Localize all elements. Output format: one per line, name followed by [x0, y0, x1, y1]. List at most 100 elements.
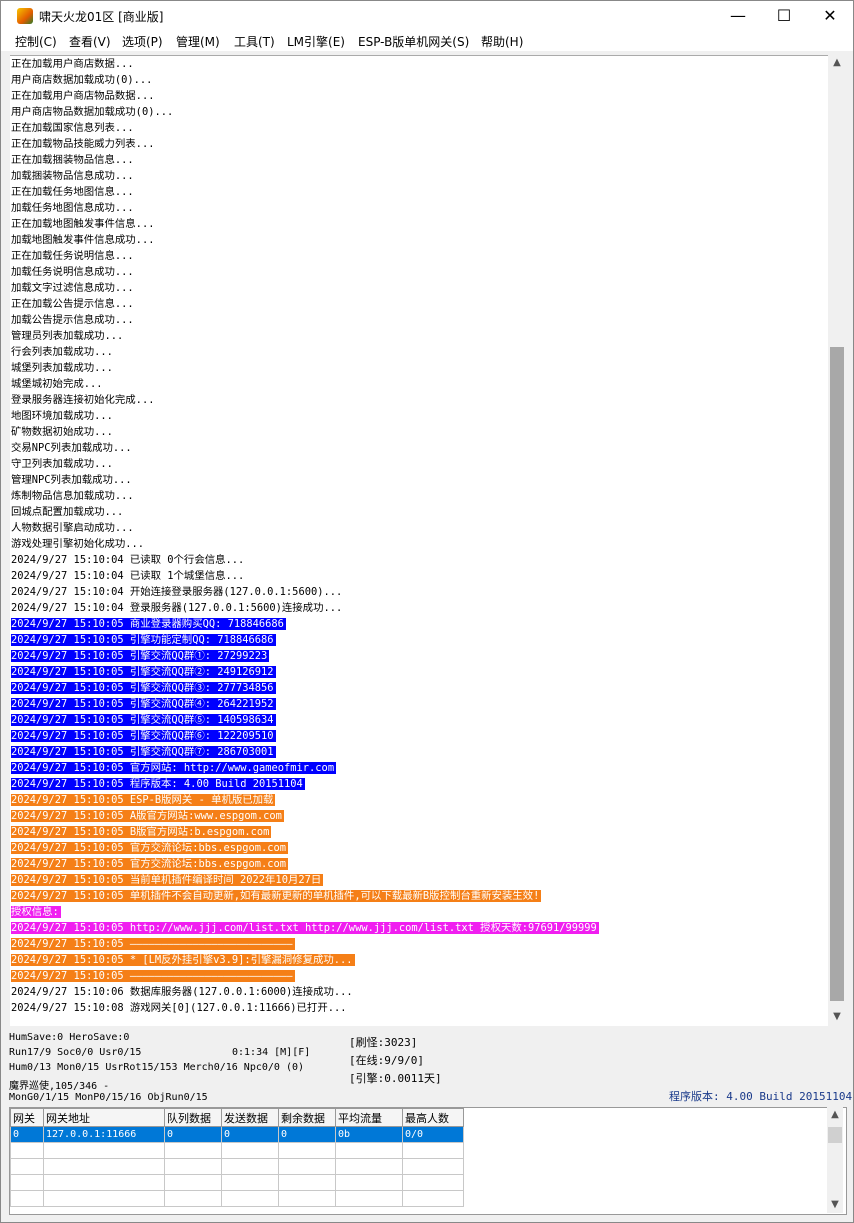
log-line-text: 用户商店物品数据加载成功(0)... [11, 106, 174, 118]
table-row-empty [10, 1142, 464, 1159]
log-line-text: 人物数据引擎启动成功... [11, 522, 134, 534]
save-stats: HumSave:0 HeroSave:0 [9, 1032, 130, 1043]
log-line: 2024/9/27 15:10:05 —————————————————————… [10, 936, 828, 952]
log-line-text: 正在加载国家信息列表... [11, 122, 134, 134]
menu-help[interactable]: 帮助(H) [481, 33, 523, 50]
menu-bar: 控制(C) 查看(V) 选项(P) 管理(M) 工具(T) LM引擎(E) ES… [1, 31, 853, 51]
log-line: 2024/9/27 15:10:04 登录服务器(127.0.0.1:5600)… [10, 600, 828, 616]
menu-control[interactable]: 控制(C) [15, 33, 57, 50]
log-line: 回城点配置加载成功... [10, 504, 828, 520]
log-line: 2024/9/27 15:10:05 * [LM反外挂引擎v3.9]:引擎漏洞修… [10, 952, 828, 968]
menu-manage[interactable]: 管理(M) [176, 33, 220, 50]
scroll-up-arrow-icon[interactable]: ▲ [829, 55, 845, 71]
log-line: 加载地图触发事件信息成功... [10, 232, 828, 248]
log-line-text: 加载捆装物品信息成功... [11, 170, 134, 182]
scroll-down-arrow-icon[interactable]: ▼ [829, 1009, 845, 1025]
log-line-text: 授权信息: [11, 906, 61, 918]
log-line: 2024/9/27 15:10:05 官方交流论坛:bbs.espgom.com [10, 840, 828, 856]
log-line-text: 游戏处理引擎初始化成功... [11, 538, 145, 550]
table-scroll-down-icon[interactable]: ▼ [827, 1197, 843, 1213]
log-line-text: 2024/9/27 15:10:05 引擎交流QQ群③: 277734856 [11, 682, 276, 694]
table-scroll-up-icon[interactable]: ▲ [827, 1107, 843, 1123]
log-line-text: 2024/9/27 15:10:06 数据库服务器(127.0.0.1:6000… [11, 986, 353, 998]
log-line: 加载公告提示信息成功... [10, 312, 828, 328]
col-gateway[interactable]: 网关 [10, 1108, 44, 1127]
col-remaining-data[interactable]: 剩余数据 [278, 1108, 336, 1127]
log-line: 正在加载用户商店物品数据... [10, 88, 828, 104]
run-stats: Run17/9 Soc0/0 Usr0/15 [9, 1047, 142, 1058]
log-line: 正在加载任务说明信息... [10, 248, 828, 264]
log-line-text: 2024/9/27 15:10:05 A版官方网站:www.espgom.com [11, 810, 284, 822]
log-line-text: 2024/9/27 15:10:04 已读取 1个城堡信息... [11, 570, 245, 582]
log-line-text: 管理NPC列表加载成功... [11, 474, 132, 486]
log-line-text: 正在加载任务地图信息... [11, 186, 134, 198]
log-line: 正在加载地图触发事件信息... [10, 216, 828, 232]
log-line-text: 加载任务说明信息成功... [11, 266, 134, 278]
log-line: 炼制物品信息加载成功... [10, 488, 828, 504]
log-line-text: 正在加载用户商店数据... [11, 58, 134, 70]
log-scrollbar-thumb[interactable] [830, 347, 844, 1001]
table-row[interactable]: 0 127.0.0.1:11666 0 0 0 0b 0/0 [10, 1126, 464, 1143]
minimize-button[interactable]: — [715, 1, 761, 31]
title-bar[interactable]: 啸天火龙01区 [商业版] — ☐ ✕ [1, 1, 853, 31]
log-line: 加载捆装物品信息成功... [10, 168, 828, 184]
table-scrollbar-thumb[interactable] [828, 1127, 842, 1143]
table-scrollbar[interactable]: ▲ ▼ [827, 1107, 843, 1213]
cell-remaining: 0 [278, 1126, 336, 1143]
log-line: 2024/9/27 15:10:05 官方网站: http://www.game… [10, 760, 828, 776]
col-send-data[interactable]: 发送数据 [221, 1108, 279, 1127]
col-gateway-address[interactable]: 网关地址 [43, 1108, 165, 1127]
menu-view[interactable]: 查看(V) [69, 33, 111, 50]
cell-avg: 0b [335, 1126, 403, 1143]
log-line-text: 2024/9/27 15:10:05 引擎交流QQ群⑥: 122209510 [11, 730, 276, 742]
maximize-button[interactable]: ☐ [761, 1, 807, 31]
log-line-text: 2024/9/27 15:10:05 * [LM反外挂引擎v3.9]:引擎漏洞修… [11, 954, 355, 966]
gateway-table: 网关 网关地址 队列数据 发送数据 剩余数据 平均流量 最高人数 0 127.0… [10, 1108, 464, 1207]
col-avg-traffic[interactable]: 平均流量 [335, 1108, 403, 1127]
log-line: 登录服务器连接初始化完成... [10, 392, 828, 408]
log-line: 2024/9/27 15:10:05 ESP-B版网关 - 单机版已加载 [10, 792, 828, 808]
log-line-text: 2024/9/27 15:10:05 引擎交流QQ群⑤: 140598634 [11, 714, 276, 726]
menu-tools[interactable]: 工具(T) [234, 33, 275, 50]
cell-queue: 0 [164, 1126, 222, 1143]
log-line: 2024/9/27 15:10:05 B版官方网站:b.espgom.com [10, 824, 828, 840]
log-line: 管理员列表加载成功... [10, 328, 828, 344]
log-line-text: 正在加载任务说明信息... [11, 250, 134, 262]
cell-address: 127.0.0.1:11666 [43, 1126, 165, 1143]
log-line-text: 炼制物品信息加载成功... [11, 490, 134, 502]
log-line: 加载任务说明信息成功... [10, 264, 828, 280]
log-line-text: 2024/9/27 15:10:05 官方交流论坛:bbs.espgom.com [11, 842, 289, 854]
log-line: 2024/9/27 15:10:05 引擎交流QQ群⑥: 122209510 [10, 728, 828, 744]
menu-options[interactable]: 选项(P) [122, 33, 163, 50]
app-icon [17, 8, 33, 24]
log-line: 正在加载国家信息列表... [10, 120, 828, 136]
hum-stats: Hum0/13 Mon0/15 UsrRot15/153 Merch0/16 N… [9, 1062, 305, 1073]
runtime-text: 0:1:34 [M][F] [232, 1047, 311, 1058]
col-queue-data[interactable]: 队列数据 [164, 1108, 222, 1127]
server-log-panel[interactable]: 正在加载用户商店数据... 用户商店数据加载成功(0)... 正在加载用户商店物品数… [10, 55, 828, 1026]
menu-esp-gateway[interactable]: ESP-B版单机网关(S) [358, 33, 469, 50]
online-count: [在线:9/9/0] [349, 1054, 424, 1067]
log-scrollbar[interactable]: ▲ ▼ [829, 55, 845, 1025]
log-line-text: 行会列表加载成功... [11, 346, 113, 358]
log-line-text: 地图环境加载成功... [11, 410, 113, 422]
log-line-text: 2024/9/27 15:10:05 当前单机插件编译时间 2022年10月27… [11, 874, 324, 886]
log-line: 用户商店数据加载成功(0)... [10, 72, 828, 88]
log-line-text: 2024/9/27 15:10:05 引擎功能定制QQ: 718846686 [11, 634, 276, 646]
log-line: 守卫列表加载成功... [10, 456, 828, 472]
log-line: 城堡列表加载成功... [10, 360, 828, 376]
log-line: 2024/9/27 15:10:05 引擎交流QQ群⑤: 140598634 [10, 712, 828, 728]
log-line: 管理NPC列表加载成功... [10, 472, 828, 488]
engine-days: [引擎:0.0011天] [349, 1072, 442, 1085]
log-line: 2024/9/27 15:10:04 开始连接登录服务器(127.0.0.1:5… [10, 584, 828, 600]
menu-lm-engine[interactable]: LM引擎(E) [287, 33, 345, 50]
log-line: 2024/9/27 15:10:05 商业登录器购买QQ: 718846686 [10, 616, 828, 632]
log-line: 正在加载用户商店数据... [10, 56, 828, 72]
window-title: 啸天火龙01区 [商业版] [39, 10, 164, 24]
log-line: 2024/9/27 15:10:04 已读取 1个城堡信息... [10, 568, 828, 584]
close-button[interactable]: ✕ [807, 1, 853, 31]
log-line: 地图环境加载成功... [10, 408, 828, 424]
log-line: 2024/9/27 15:10:06 数据库服务器(127.0.0.1:6000… [10, 984, 828, 1000]
col-max-players[interactable]: 最高人数 [402, 1108, 464, 1127]
log-line-text: 正在加载捆装物品信息... [11, 154, 134, 166]
